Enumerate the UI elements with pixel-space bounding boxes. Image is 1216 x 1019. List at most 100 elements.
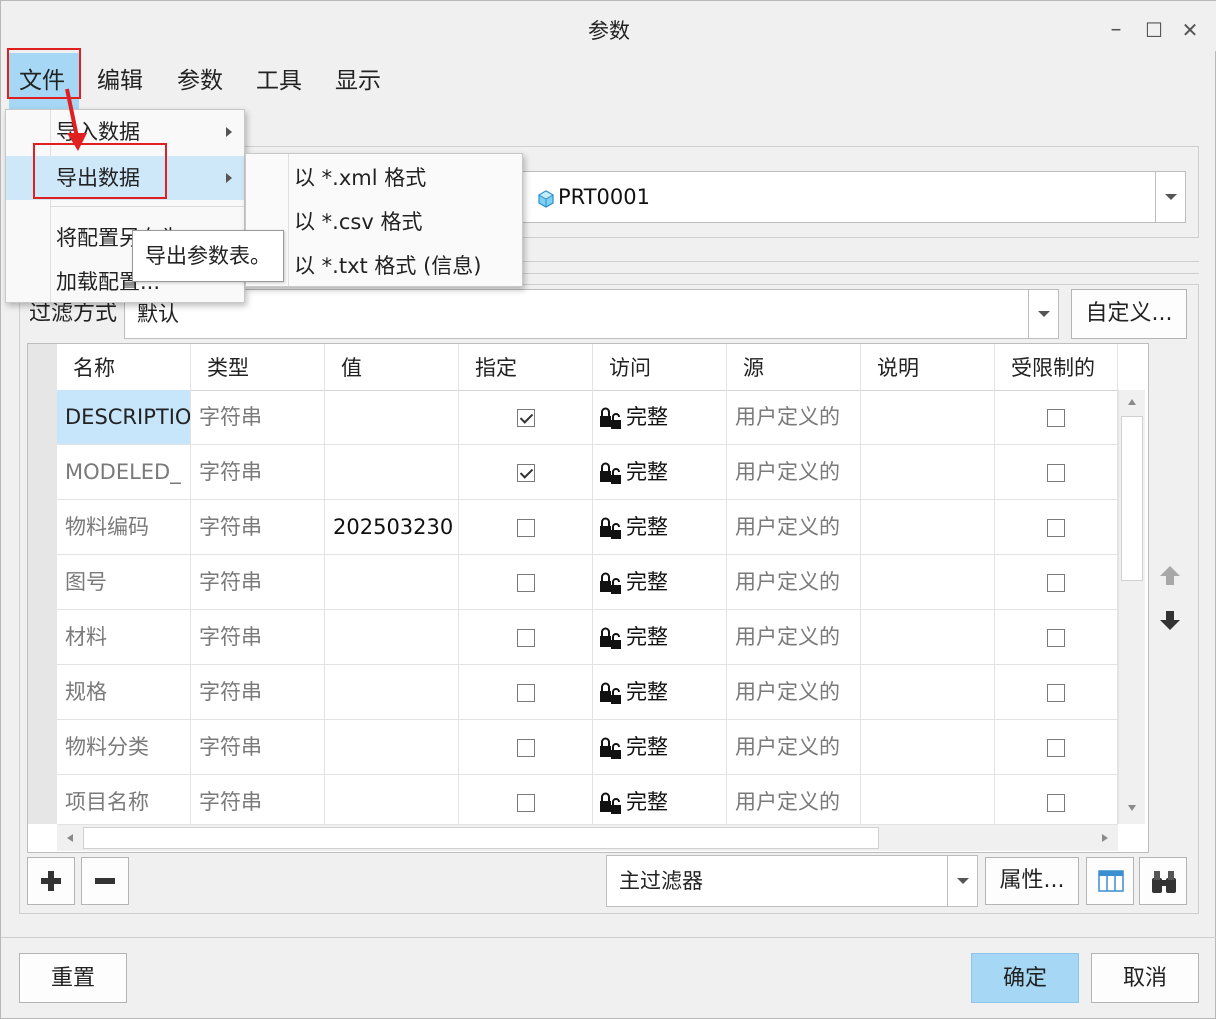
cell-source[interactable]: 用户定义的 xyxy=(727,390,861,445)
cell-description[interactable] xyxy=(861,445,995,500)
cell-type[interactable]: 字符串 xyxy=(191,390,325,445)
cell-value[interactable] xyxy=(325,555,459,610)
column-header[interactable]: 值 xyxy=(325,344,459,390)
cell-value[interactable] xyxy=(325,665,459,720)
cell-description[interactable] xyxy=(861,665,995,720)
main-filter-dropdown-button[interactable] xyxy=(947,856,977,906)
column-header[interactable]: 受限制的 xyxy=(995,344,1118,390)
column-header[interactable]: 类型 xyxy=(191,344,325,390)
column-header[interactable]: 指定 xyxy=(459,344,593,390)
horizontal-scrollbar[interactable] xyxy=(57,824,1118,851)
lookin-combo[interactable]: PRT0001 xyxy=(521,171,1186,223)
designate-checkbox[interactable] xyxy=(516,519,535,537)
designate-checkbox[interactable] xyxy=(516,574,535,592)
restricted-checkbox[interactable] xyxy=(1047,684,1065,702)
export-csv-item[interactable]: 以 *.csv 格式 xyxy=(246,200,522,244)
column-header[interactable]: 源 xyxy=(727,344,861,390)
cell-type[interactable]: 字符串 xyxy=(191,500,325,555)
cell-access[interactable]: 完整 xyxy=(593,555,727,610)
cell-type[interactable]: 字符串 xyxy=(191,610,325,665)
cell-name[interactable]: MODELED_ xyxy=(57,445,191,500)
cell-designate[interactable] xyxy=(459,445,593,500)
cell-type[interactable]: 字符串 xyxy=(191,555,325,610)
cell-source[interactable]: 用户定义的 xyxy=(727,665,861,720)
cell-type[interactable]: 字符串 xyxy=(191,720,325,775)
cell-name[interactable]: 材料 xyxy=(57,610,191,665)
cell-name[interactable]: 物料分类 xyxy=(57,720,191,775)
cell-description[interactable] xyxy=(861,390,995,445)
restricted-checkbox[interactable] xyxy=(1047,574,1065,592)
find-button[interactable] xyxy=(1139,857,1187,905)
designate-checkbox[interactable] xyxy=(516,794,535,812)
cell-name[interactable]: 物料编码 xyxy=(57,500,191,555)
cell-source[interactable]: 用户定义的 xyxy=(727,775,861,830)
cell-type[interactable]: 字符串 xyxy=(191,445,325,500)
remove-parameter-button[interactable] xyxy=(81,857,129,905)
cell-value[interactable] xyxy=(325,445,459,500)
cell-source[interactable]: 用户定义的 xyxy=(727,610,861,665)
cancel-button[interactable]: 取消 xyxy=(1091,953,1199,1003)
column-header[interactable]: 说明 xyxy=(861,344,995,390)
cell-designate[interactable] xyxy=(459,500,593,555)
restricted-checkbox[interactable] xyxy=(1047,794,1065,812)
column-header[interactable]: 名称 xyxy=(57,344,191,390)
cell-name[interactable]: 图号 xyxy=(57,555,191,610)
restricted-checkbox[interactable] xyxy=(1047,519,1065,537)
designate-checkbox[interactable] xyxy=(516,684,535,702)
cell-name[interactable]: 项目名称 xyxy=(57,775,191,830)
restricted-checkbox[interactable] xyxy=(1047,464,1065,482)
cell-restricted[interactable] xyxy=(995,500,1118,555)
cell-value[interactable] xyxy=(325,390,459,445)
cell-access[interactable]: 完整 xyxy=(593,720,727,775)
cell-description[interactable] xyxy=(861,610,995,665)
filter-dropdown-button[interactable] xyxy=(1028,290,1058,338)
add-parameter-button[interactable] xyxy=(27,857,75,905)
cell-value[interactable]: 202503230 xyxy=(325,500,459,555)
designate-checkbox[interactable] xyxy=(516,739,535,757)
move-up-icon[interactable] xyxy=(1158,564,1182,588)
move-down-icon[interactable] xyxy=(1158,608,1182,632)
cell-access[interactable]: 完整 xyxy=(593,500,727,555)
designate-checkbox[interactable] xyxy=(516,409,535,427)
cell-type[interactable]: 字符串 xyxy=(191,665,325,720)
cell-restricted[interactable] xyxy=(995,775,1118,830)
cell-designate[interactable] xyxy=(459,610,593,665)
horizontal-scroll-thumb[interactable] xyxy=(83,827,879,849)
cell-restricted[interactable] xyxy=(995,555,1118,610)
cell-access[interactable]: 完整 xyxy=(593,390,727,445)
cell-access[interactable]: 完整 xyxy=(593,610,727,665)
filter-combo[interactable]: 默认 xyxy=(124,289,1059,339)
scroll-down-icon[interactable] xyxy=(1127,804,1137,812)
scroll-up-icon[interactable] xyxy=(1127,398,1137,406)
table-columns-button[interactable] xyxy=(1086,857,1134,905)
cell-source[interactable]: 用户定义的 xyxy=(727,555,861,610)
ok-button[interactable]: 确定 xyxy=(971,953,1079,1003)
maximize-icon[interactable]: ☐ xyxy=(1139,15,1169,45)
cell-designate[interactable] xyxy=(459,720,593,775)
scroll-left-icon[interactable] xyxy=(66,833,74,843)
cell-designate[interactable] xyxy=(459,665,593,720)
close-icon[interactable]: ✕ xyxy=(1175,15,1205,45)
cell-restricted[interactable] xyxy=(995,610,1118,665)
cell-designate[interactable] xyxy=(459,555,593,610)
menu-edit[interactable]: 编辑 xyxy=(87,53,153,109)
cell-description[interactable] xyxy=(861,720,995,775)
cell-access[interactable]: 完整 xyxy=(593,775,727,830)
cell-name[interactable]: 规格 xyxy=(57,665,191,720)
designate-checkbox[interactable] xyxy=(516,629,535,647)
properties-button[interactable]: 属性... xyxy=(985,857,1079,905)
restricted-checkbox[interactable] xyxy=(1047,739,1065,757)
cell-value[interactable] xyxy=(325,720,459,775)
cell-restricted[interactable] xyxy=(995,390,1118,445)
lookin-dropdown-button[interactable] xyxy=(1155,172,1185,222)
column-header[interactable]: 访问 xyxy=(593,344,727,390)
menu-display[interactable]: 显示 xyxy=(325,53,391,109)
menu-parameters[interactable]: 参数 xyxy=(167,53,233,109)
cell-value[interactable] xyxy=(325,610,459,665)
cell-restricted[interactable] xyxy=(995,720,1118,775)
export-xml-item[interactable]: 以 *.xml 格式 xyxy=(246,156,522,200)
designate-checkbox[interactable] xyxy=(516,464,535,482)
cell-restricted[interactable] xyxy=(995,445,1118,500)
minimize-icon[interactable]: – xyxy=(1101,15,1131,45)
vertical-scroll-thumb[interactable] xyxy=(1121,416,1143,581)
